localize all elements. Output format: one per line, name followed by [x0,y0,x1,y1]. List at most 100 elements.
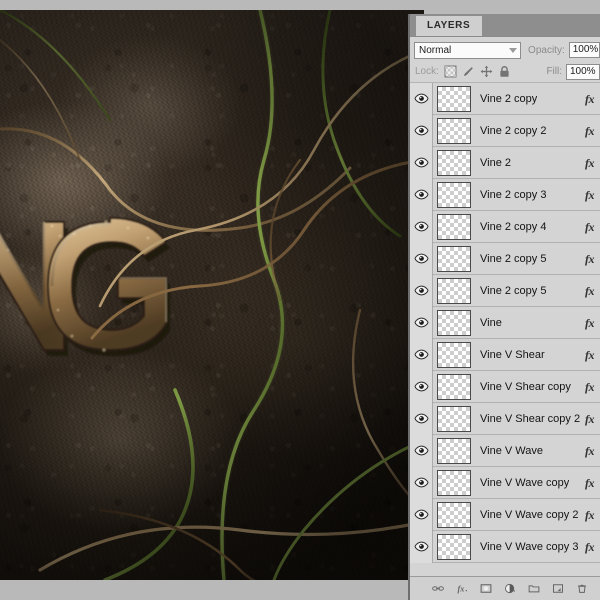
layer-name-label: Vine V Shear copy [480,380,571,393]
visibility-eye-icon[interactable] [414,381,429,392]
layer-thumbnail[interactable] [437,341,471,368]
layer-visibility-toggle[interactable] [410,434,433,467]
layer-row[interactable]: Vine V Shear fx [410,338,600,371]
new-layer-icon[interactable] [552,581,564,596]
visibility-eye-icon[interactable] [414,477,429,488]
layer-name-label: Vine 2 copy 5 [480,252,547,265]
tab-layers[interactable]: LAYERS [416,16,483,36]
layer-row[interactable]: Vine V Shear copy 2 fx [410,402,600,435]
layer-row[interactable]: Vine 2 copy 4 fx [410,210,600,243]
layer-thumbnail[interactable] [437,533,471,560]
lock-row: Lock: Fill: 100% [410,61,600,83]
layer-visibility-toggle[interactable] [410,370,433,403]
layer-row[interactable]: Vine 2 copy 5 fx [410,274,600,307]
layer-effects-indicator[interactable]: fx [585,156,595,171]
opacity-input[interactable]: 100% [568,42,600,58]
layer-thumbnail[interactable] [437,469,471,496]
lock-image-pixels-icon[interactable] [462,65,475,78]
visibility-eye-icon[interactable] [414,509,429,520]
visibility-eye-icon[interactable] [414,93,429,104]
layer-visibility-toggle[interactable] [410,498,433,531]
layer-row[interactable]: Vine V Wave copy 2 fx [410,498,600,531]
layer-effects-indicator[interactable]: fx [585,316,595,331]
visibility-eye-icon[interactable] [414,221,429,232]
layer-effects-indicator[interactable]: fx [585,380,595,395]
visibility-eye-icon[interactable] [414,445,429,456]
layer-visibility-toggle[interactable] [410,146,433,179]
layer-list[interactable]: Vine 2 copy fx Vine 2 copy 2 fx Vine 2 fx Vine… [410,82,600,563]
layer-row[interactable]: Vine V Shear copy fx [410,370,600,403]
layer-visibility-toggle[interactable] [410,402,433,435]
layer-thumbnail[interactable] [437,405,471,432]
layer-name-label: Vine V Shear [480,348,545,361]
layer-visibility-toggle[interactable] [410,242,433,275]
layer-effects-indicator[interactable]: fx [585,188,595,203]
visibility-eye-icon[interactable] [414,189,429,200]
layer-effects-indicator[interactable]: fx [585,348,595,363]
document-canvas[interactable] [0,10,424,580]
layer-row[interactable]: Vine V Wave fx [410,434,600,467]
layer-thumbnail[interactable] [437,501,471,528]
layer-thumbnail[interactable] [437,277,471,304]
layer-row[interactable]: Vine 2 fx [410,146,600,179]
fill-input[interactable]: 100% [566,63,600,80]
visibility-eye-icon[interactable] [414,541,429,552]
visibility-eye-icon[interactable] [414,413,429,424]
layer-effects-indicator[interactable]: fx [585,284,595,299]
layer-row[interactable]: Vine 2 copy 3 fx [410,178,600,211]
new-group-icon[interactable] [528,581,540,596]
visibility-eye-icon[interactable] [414,157,429,168]
new-adjustment-layer-icon[interactable] [504,581,516,596]
layer-visibility-toggle[interactable] [410,178,433,211]
delete-layer-icon[interactable] [576,581,588,596]
layer-visibility-toggle[interactable] [410,82,433,115]
layer-row[interactable]: Vine fx [410,306,600,339]
layer-effects-indicator[interactable]: fx [585,220,595,235]
layer-name-label: Vine V Wave copy 2 [480,508,579,521]
lock-all-icon[interactable] [498,65,511,78]
layer-visibility-toggle[interactable] [410,306,433,339]
layer-row[interactable]: Vine V Wave copy 3 fx [410,530,600,563]
layer-thumbnail[interactable] [437,117,471,144]
layer-thumbnail[interactable] [437,149,471,176]
layer-effects-indicator[interactable]: fx [585,124,595,139]
layer-row[interactable]: Vine 2 copy fx [410,82,600,115]
layer-thumbnail[interactable] [437,85,471,112]
lock-position-icon[interactable] [480,65,493,78]
layer-effects-indicator[interactable]: fx [585,412,595,427]
add-layer-style-icon[interactable]: fx [456,581,468,596]
layer-thumbnail[interactable] [437,373,471,400]
layer-visibility-toggle[interactable] [410,210,433,243]
layer-effects-indicator[interactable]: fx [585,252,595,267]
layer-row[interactable]: Vine 2 copy 2 fx [410,114,600,147]
link-layers-icon[interactable] [432,581,444,596]
blend-mode-value: Normal [419,44,452,56]
layer-visibility-toggle[interactable] [410,338,433,371]
add-layer-mask-icon[interactable] [480,581,492,596]
layer-row[interactable]: Vine V Wave copy fx [410,466,600,499]
layer-effects-indicator[interactable]: fx [585,476,595,491]
layer-thumbnail[interactable] [437,309,471,336]
layer-visibility-toggle[interactable] [410,466,433,499]
layer-thumbnail[interactable] [437,213,471,240]
visibility-eye-icon[interactable] [414,253,429,264]
layer-name-label: Vine 2 copy 3 [480,188,547,201]
layer-effects-indicator[interactable]: fx [585,540,595,555]
layer-row[interactable]: Vine 2 copy 5 fx [410,242,600,275]
layer-thumbnail[interactable] [437,245,471,272]
blend-mode-select[interactable]: Normal [414,41,522,59]
layer-thumbnail[interactable] [437,437,471,464]
layer-thumbnail[interactable] [437,181,471,208]
layer-visibility-toggle[interactable] [410,114,433,147]
layer-effects-indicator[interactable]: fx [585,508,595,523]
layer-visibility-toggle[interactable] [410,530,433,563]
visibility-eye-icon[interactable] [414,125,429,136]
layer-effects-indicator[interactable]: fx [585,92,595,107]
visibility-eye-icon[interactable] [414,349,429,360]
visibility-eye-icon[interactable] [414,285,429,296]
layer-visibility-toggle[interactable] [410,274,433,307]
lock-transparent-pixels-icon[interactable] [444,65,457,78]
layer-effects-indicator[interactable]: fx [585,444,595,459]
visibility-eye-icon[interactable] [414,317,429,328]
layer-name-label: Vine V Wave [480,444,543,457]
